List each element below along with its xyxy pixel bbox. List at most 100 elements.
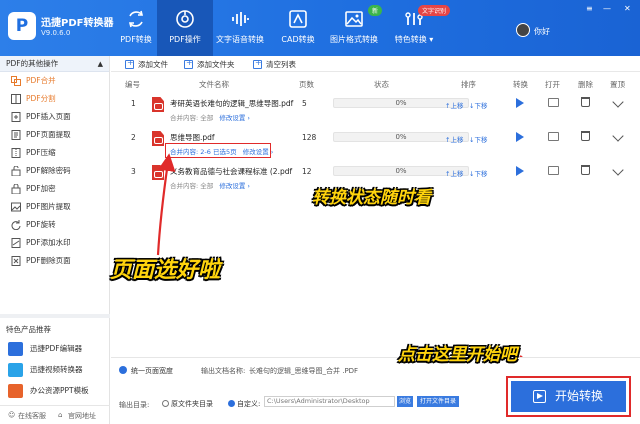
pin-top-icon[interactable] bbox=[612, 130, 624, 142]
src-dir-radio[interactable] bbox=[162, 400, 169, 407]
move-up-button[interactable]: ↑上移 bbox=[445, 168, 463, 178]
output-name-value[interactable]: 长难句的逻辑_思维导图_合并 .PDF bbox=[249, 366, 358, 376]
close-icon[interactable]: ✕ bbox=[624, 4, 631, 13]
clear-list-icon bbox=[253, 58, 262, 69]
sidebar-item-rotate[interactable]: PDF旋转 bbox=[0, 216, 109, 234]
sidebar-item-image-extract[interactable]: PDF图片提取 bbox=[0, 198, 109, 216]
pdf-file-icon bbox=[152, 165, 164, 180]
app-logo-icon: P bbox=[8, 12, 36, 40]
unlock-icon bbox=[11, 166, 21, 176]
trash-icon[interactable] bbox=[581, 97, 590, 107]
add-folder-icon bbox=[184, 58, 193, 69]
sidebar-item-watermark[interactable]: PDF添加水印 bbox=[0, 234, 109, 252]
add-folder-button[interactable]: 添加文件夹 bbox=[184, 58, 235, 70]
chevron-up-icon[interactable]: ▲ bbox=[98, 56, 103, 72]
product-video-converter[interactable]: 迅捷视频转换器 bbox=[8, 361, 83, 379]
sidebar-item-merge[interactable]: PDF合并 bbox=[0, 72, 109, 90]
folder-icon[interactable] bbox=[548, 132, 559, 141]
product-ppt-template[interactable]: 办公资源PPT模板 bbox=[8, 382, 89, 400]
move-down-button[interactable]: ↓下移 bbox=[469, 100, 487, 110]
move-up-button[interactable]: ↑上移 bbox=[445, 100, 463, 110]
insert-page-icon bbox=[11, 112, 21, 122]
watermark-icon bbox=[11, 238, 21, 248]
play-icon[interactable] bbox=[516, 166, 524, 176]
annotation-pages-selected: 页面选好啦 bbox=[110, 258, 221, 283]
website-link[interactable]: 官网地址 bbox=[68, 411, 96, 421]
sidebar-header[interactable]: PDF的其他操作 ▲ bbox=[0, 56, 109, 72]
sidebar-item-decrypt[interactable]: PDF解除密码 bbox=[0, 162, 109, 180]
ppt-template-icon bbox=[8, 384, 23, 398]
sidebar-item-insert[interactable]: PDF插入页面 bbox=[0, 108, 109, 126]
voice-icon bbox=[232, 12, 249, 26]
add-file-icon bbox=[125, 58, 134, 69]
nav-pdf-operate[interactable]: PDF操作 bbox=[157, 0, 213, 56]
merge-range-highlight bbox=[165, 143, 271, 158]
video-converter-icon bbox=[8, 363, 23, 377]
nav-text-voice[interactable]: 文字语音转换 bbox=[212, 0, 268, 56]
annotation-status: 转换状态随时看 bbox=[312, 188, 431, 208]
image-extract-icon bbox=[11, 202, 21, 212]
ocr-badge[interactable]: 文字识别 bbox=[418, 5, 451, 16]
play-icon bbox=[533, 390, 546, 403]
pdf-operate-icon bbox=[176, 10, 194, 28]
modify-settings-link[interactable]: 修改设置 › bbox=[219, 182, 250, 190]
play-icon[interactable] bbox=[516, 132, 524, 142]
custom-dir-radio[interactable] bbox=[228, 400, 235, 407]
user-name[interactable]: 你好 bbox=[534, 26, 550, 37]
sidebar-item-extract[interactable]: PDF页面提取 bbox=[0, 126, 109, 144]
sidebar-item-delete-page[interactable]: PDF删除页面 bbox=[0, 252, 109, 270]
table-row[interactable]: 1 考研英语长难句的逻辑_思维导图.pdf 合并内容: 全部 修改设置 › 5 … bbox=[111, 92, 640, 126]
new-badge: 新 bbox=[368, 5, 383, 16]
folder-icon[interactable] bbox=[548, 166, 559, 175]
sidebar-item-encrypt[interactable]: PDF加密 bbox=[0, 180, 109, 198]
pdf-file-icon bbox=[152, 97, 164, 112]
online-service-link[interactable]: 在线客服 bbox=[18, 411, 46, 421]
lock-icon bbox=[11, 184, 21, 194]
start-convert-button[interactable]: 开始转换 bbox=[511, 381, 626, 412]
trash-icon[interactable] bbox=[581, 131, 590, 141]
compress-icon bbox=[11, 148, 21, 158]
sidebar-divider bbox=[0, 314, 110, 318]
sidebar-item-split[interactable]: PDF分割 bbox=[0, 90, 109, 108]
unify-width-checkbox[interactable] bbox=[119, 366, 127, 374]
delete-page-icon bbox=[11, 256, 21, 266]
src-dir-label: 原文件夹目录 bbox=[171, 400, 213, 408]
sidebar-item-compress[interactable]: PDF压缩 bbox=[0, 144, 109, 162]
custom-dir-label: 自定义: bbox=[237, 400, 261, 408]
pin-top-icon[interactable] bbox=[612, 96, 624, 108]
featured-title: 特色产品推荐 bbox=[6, 325, 51, 334]
folder-icon[interactable] bbox=[548, 98, 559, 107]
nav-pdf-convert[interactable]: PDF转换 bbox=[108, 0, 164, 56]
pdf-editor-icon bbox=[8, 342, 23, 356]
convert-icon bbox=[128, 10, 144, 28]
unify-width-label: 统一页面宽度 bbox=[131, 367, 173, 375]
clear-list-button[interactable]: 清空列表 bbox=[253, 58, 296, 70]
output-name-label: 输出文档名称: bbox=[201, 367, 246, 375]
file-toolbar: 添加文件 添加文件夹 清空列表 bbox=[111, 56, 640, 72]
sidebar: PDF的其他操作 ▲ PDF合并 PDF分割 PDF插入页面 PDF页面提取 P… bbox=[0, 56, 110, 424]
play-icon[interactable] bbox=[516, 98, 524, 108]
trash-icon[interactable] bbox=[581, 165, 590, 175]
minimize-icon[interactable]: — bbox=[603, 4, 611, 13]
avatar[interactable] bbox=[516, 23, 530, 37]
cad-icon bbox=[289, 10, 307, 28]
modify-settings-link[interactable]: 修改设置 › bbox=[219, 114, 250, 122]
open-folder-button[interactable]: 打开文件目录 bbox=[417, 396, 459, 407]
move-down-button[interactable]: ↓下移 bbox=[469, 168, 487, 178]
table-header: 编号 文件名称 页数 状态 排序 转换 打开 删除 置顶 bbox=[125, 80, 625, 89]
move-up-button[interactable]: ↑上移 bbox=[445, 134, 463, 144]
settings-menu-icon[interactable]: ≡ bbox=[586, 4, 593, 13]
add-file-button[interactable]: 添加文件 bbox=[125, 58, 168, 70]
extract-page-icon bbox=[11, 130, 21, 140]
online-service-icon: ☺ bbox=[8, 411, 16, 419]
pin-top-icon[interactable] bbox=[612, 164, 624, 176]
output-path-input[interactable]: C:\Users\Administrator\Desktop bbox=[264, 396, 395, 407]
image-icon bbox=[345, 11, 363, 27]
product-pdf-editor[interactable]: 迅捷PDF编辑器 bbox=[8, 340, 82, 358]
nav-cad-convert[interactable]: CAD转换 bbox=[270, 0, 326, 56]
split-icon bbox=[11, 94, 21, 104]
app-name: 迅捷PDF转换器 bbox=[41, 18, 114, 29]
move-down-button[interactable]: ↓下移 bbox=[469, 134, 487, 144]
browse-button[interactable]: 浏览 bbox=[397, 396, 413, 407]
output-dir-label: 输出目录: bbox=[119, 401, 150, 409]
